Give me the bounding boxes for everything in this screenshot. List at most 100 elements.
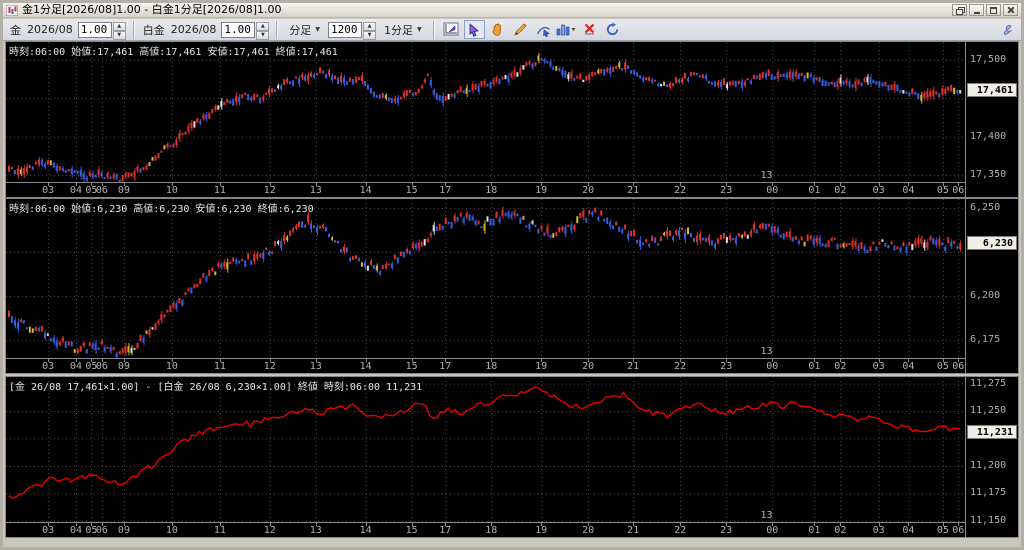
refresh-icon[interactable] [602,20,623,39]
date-label: 13 [760,170,772,181]
minimize-icon[interactable] [969,4,984,16]
chart-type-icon[interactable] [556,20,577,39]
x-tick-label: 03 [42,361,54,372]
gold-chart-panel: 時刻:06:00 始値:17,461 高値:17,461 安値:17,461 終… [5,41,1019,198]
spin-down-icon[interactable]: ▼ [113,31,126,40]
y-tick-label: 11,275 [970,378,1006,389]
spread-readout: [金 26/08 17,461×1.00] - [白金 26/08 6,230×… [9,378,422,393]
gold-label: 金 [10,22,21,38]
y-tick-label: 11,200 [970,460,1006,471]
x-tick-label: 10 [166,185,178,196]
x-tick-label: 23 [720,525,732,536]
gold-ratio-input[interactable] [78,22,112,38]
window-title: 金1分足[2026/08]1.00 - 白金1分足[2026/08]1.00 [22,3,952,17]
separator [433,21,435,39]
spin-up-icon[interactable]: ▲ [363,22,376,31]
x-tick-label: 09 [118,361,130,372]
gold-month-label: 2026/08 [27,23,73,36]
chevron-down-icon: ▼ [315,26,320,33]
x-tick-label: 02 [834,525,846,536]
spin-up-icon[interactable]: ▲ [113,22,126,31]
platinum-label: 白金 [143,22,165,38]
x-tick-label: 02 [834,185,846,196]
x-tick-label: 06 [96,525,108,536]
close-icon[interactable] [1003,4,1018,16]
x-tick-label: 17 [439,185,451,196]
x-tick-label: 15 [406,361,418,372]
select-cursor-icon[interactable] [464,20,485,39]
draw-pencil-icon[interactable] [510,20,531,39]
maximize-icon[interactable] [986,4,1001,16]
x-tick-label: 04 [70,525,82,536]
x-tick-label: 06 [96,361,108,372]
y-tick-label: 6,250 [970,202,1000,213]
x-tick-label: 11 [214,361,226,372]
bar-count-spinner: ▲▼ [328,22,376,38]
x-tick-label: 14 [360,361,372,372]
x-tick-label: 11 [214,525,226,536]
x-tick-label: 03 [873,361,885,372]
x-tick-label: 13 [310,525,322,536]
x-tick-label: 01 [808,185,820,196]
x-tick-label: 01 [808,361,820,372]
x-tick-label: 05 [937,185,949,196]
y-tick-label: 6,175 [970,334,1000,345]
platinum-1min-layer [6,199,965,358]
x-tick-label: 14 [360,185,372,196]
interval-dropdown[interactable]: 1分足 ▼ [381,21,425,39]
x-tick-label: 23 [720,361,732,372]
app-window: 金1分足[2026/08]1.00 - 白金1分足[2026/08]1.00 金… [0,0,1024,550]
platinum-ratio-spinner: ▲▼ [221,22,269,38]
x-tick-label: 00 [766,185,778,196]
x-tick-label: 13 [310,361,322,372]
x-tick-label: 00 [766,525,778,536]
gold-time-axis: 0304050609101112131415171819202122230001… [6,182,965,197]
spin-down-icon[interactable]: ▼ [363,31,376,40]
trendline-pointer-icon[interactable] [533,20,554,39]
x-tick-label: 12 [264,361,276,372]
date-label: 13 [760,346,772,357]
bar-count-input[interactable] [328,22,362,38]
date-label: 13 [760,510,772,521]
gold-1min-layer [6,42,965,182]
platinum-ohlc-readout: 時刻:06:00 始値:6,230 高値:6,230 安値:6,230 終値:6… [9,200,314,215]
charts-area: 時刻:06:00 始値:17,461 高値:17,461 安値:17,461 終… [3,41,1021,547]
x-tick-label: 20 [582,361,594,372]
gold-plot-area[interactable]: 時刻:06:00 始値:17,461 高値:17,461 安値:17,461 終… [6,42,965,182]
x-tick-label: 10 [166,525,178,536]
axis-settings-icon[interactable] [441,20,462,39]
x-tick-label: 03 [873,185,885,196]
settings-wrench-icon[interactable] [995,20,1016,39]
x-tick-label: 19 [535,525,547,536]
y-tick-label: 11,175 [970,487,1006,498]
x-tick-label: 14 [360,525,372,536]
spin-up-icon[interactable]: ▲ [256,22,269,31]
restore-icon[interactable] [952,4,967,16]
x-tick-label: 23 [720,185,732,196]
x-tick-label: 01 [808,525,820,536]
platinum-ratio-input[interactable] [221,22,255,38]
x-tick-label: 22 [674,361,686,372]
x-tick-label: 19 [535,361,547,372]
candlestick-chart-icon [6,5,18,16]
x-tick-label: 12 [264,185,276,196]
current-price-tag: 17,461 [967,83,1017,97]
platinum-plot-area[interactable]: 時刻:06:00 始値:6,230 高値:6,230 安値:6,230 終値:6… [6,199,965,358]
bar-type-dropdown[interactable]: 分足 ▼ [286,21,323,39]
pan-hand-icon[interactable] [487,20,508,39]
x-tick-label: 12 [264,525,276,536]
x-tick-label: 02 [834,361,846,372]
x-tick-label: 00 [766,361,778,372]
delete-drawing-icon[interactable] [579,20,600,39]
gold-platinum-spread-layer [6,377,965,522]
separator [276,21,278,39]
spin-down-icon[interactable]: ▼ [256,31,269,40]
y-tick-label: 11,250 [970,405,1006,416]
platinum-time-axis: 0304050609101112131415171819202122230001… [6,358,965,373]
x-tick-label: 18 [485,525,497,536]
spread-plot-area[interactable]: [金 26/08 17,461×1.00] - [白金 26/08 6,230×… [6,377,965,522]
spread-price-axis: 11,27511,25011,20011,17511,15011,231 [965,377,1018,537]
separator [133,21,135,39]
y-tick-label: 17,350 [970,169,1006,180]
titlebar: 金1分足[2026/08]1.00 - 白金1分足[2026/08]1.00 [3,3,1021,18]
